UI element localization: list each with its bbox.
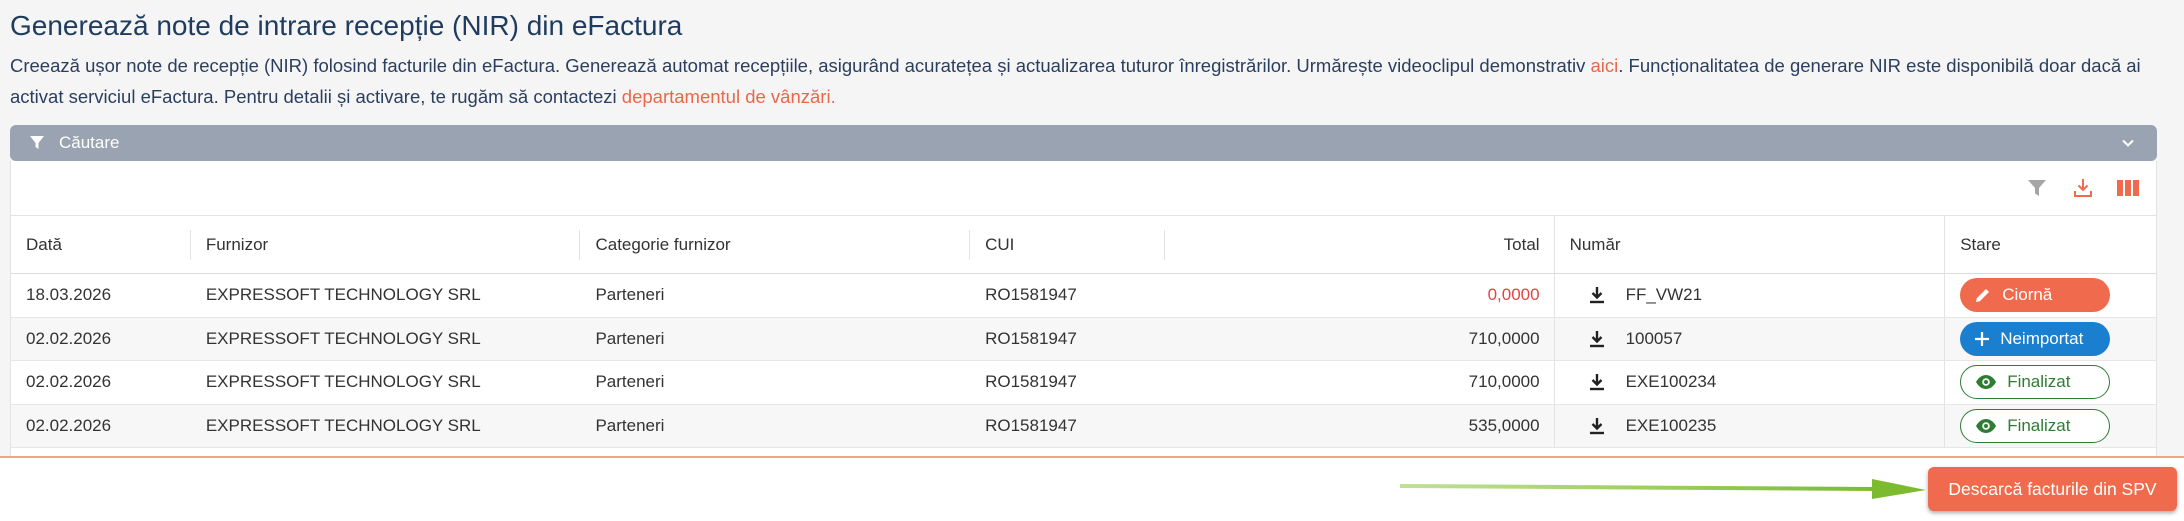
status-label: Finalizat [2007,415,2071,435]
column-header-date[interactable]: Dată [11,216,191,273]
invoice-number: EXE100235 [1625,415,1717,435]
download-icon[interactable] [1586,371,1608,393]
cell-categorie: Parteneri [595,285,665,305]
cell-date: 02.02.2026 [26,415,112,435]
plus-icon [1974,331,1990,347]
cell-total: 710,0000 [1165,361,1555,404]
cell-numar: 100057 [1555,317,1946,360]
cell-numar: EXE100234 [1555,361,1946,404]
sales-department-link[interactable]: departamentul de vânzări. [622,86,836,107]
table-row[interactable]: 02.02.2026 EXPRESSOFT TECHNOLOGY SRL Par… [11,404,2156,448]
cell-date: 02.02.2026 [26,328,112,348]
table-row[interactable]: 02.02.2026 EXPRESSOFT TECHNOLOGY SRL Par… [11,317,2156,361]
invoice-number: 100057 [1625,328,1683,348]
column-header-furnizor[interactable]: Furnizor [191,216,581,273]
chevron-down-icon[interactable] [2119,134,2137,152]
cell-date: 02.02.2026 [26,372,112,392]
status-label: Neimportat [2000,328,2084,348]
cell-stare: Finalizat [1945,361,2156,404]
video-link[interactable]: aici [1590,55,1618,76]
invoice-number: FF_VW21 [1625,285,1703,305]
search-panel-header[interactable]: Căutare [10,125,2157,161]
table-toolbar [11,161,2156,216]
columns-icon[interactable] [2115,175,2141,201]
column-header-numar[interactable]: Număr [1555,216,1946,273]
cell-cui: RO1581947 [985,328,1077,348]
cell-furnizor: EXPRESSOFT TECHNOLOGY SRL [205,285,481,305]
filter-icon [28,134,46,152]
status-label: Finalizat [2007,372,2071,392]
cell-total: 710,0000 [1165,317,1555,360]
description-text-1: Creează ușor note de recepție (NIR) folo… [10,55,1591,76]
status-badge-not-imported[interactable]: Neimportat [1960,321,2111,356]
download-icon[interactable] [1586,328,1608,350]
column-header-stare[interactable]: Stare [1945,216,2156,273]
download-spv-invoices-button[interactable]: Descarcă facturile din SPV [1928,467,2177,511]
search-label: Căutare [59,133,120,152]
arrow-annotation [1399,479,1926,499]
cell-cui: RO1581947 [985,285,1077,305]
table-row[interactable]: 02.02.2026 EXPRESSOFT TECHNOLOGY SRL Par… [11,361,2156,405]
cell-date: 18.03.2026 [26,285,112,305]
cell-total: 535,0000 [1165,404,1555,447]
table-header: Dată Furnizor Categorie furnizor CUI Tot… [11,216,2156,274]
cell-cui: RO1581947 [985,415,1077,435]
page-description: Creează ușor note de recepție (NIR) folo… [10,50,2160,112]
status-label: Ciornă [2002,285,2053,305]
download-icon[interactable] [2070,175,2096,201]
cell-categorie: Parteneri [595,328,665,348]
column-header-cui[interactable]: CUI [970,216,1165,273]
eye-icon [1975,418,1997,434]
cell-furnizor: EXPRESSOFT TECHNOLOGY SRL [205,328,481,348]
cell-categorie: Parteneri [595,415,665,435]
nir-table: Dată Furnizor Categorie furnizor CUI Tot… [10,161,2157,461]
cell-stare: Ciornă [1945,274,2156,317]
cell-total: 0,0000 [1165,274,1555,317]
cell-furnizor: EXPRESSOFT TECHNOLOGY SRL [205,415,481,435]
invoice-number: EXE100234 [1625,372,1717,392]
pencil-icon [1974,286,1992,304]
cell-furnizor: EXPRESSOFT TECHNOLOGY SRL [205,372,481,392]
status-badge-final[interactable]: Finalizat [1960,408,2111,443]
download-icon[interactable] [1586,415,1608,437]
cell-categorie: Parteneri [595,372,665,392]
column-header-categorie[interactable]: Categorie furnizor [580,216,970,273]
cell-numar: EXE100235 [1555,404,1946,447]
cell-numar: FF_VW21 [1555,274,1946,317]
page-title: Generează note de intrare recepție (NIR)… [10,10,683,41]
status-badge-final[interactable]: Finalizat [1960,365,2111,400]
download-icon[interactable] [1586,284,1608,306]
filter-icon[interactable] [2024,175,2050,201]
eye-icon [1975,374,1997,390]
cell-stare: Finalizat [1945,405,2156,448]
table-row[interactable]: 18.03.2026 EXPRESSOFT TECHNOLOGY SRL Par… [11,274,2156,318]
cell-stare: Neimportat [1945,318,2156,361]
status-badge-draft[interactable]: Ciornă [1960,278,2111,313]
cell-cui: RO1581947 [985,372,1077,392]
column-header-total[interactable]: Total [1165,216,1555,273]
